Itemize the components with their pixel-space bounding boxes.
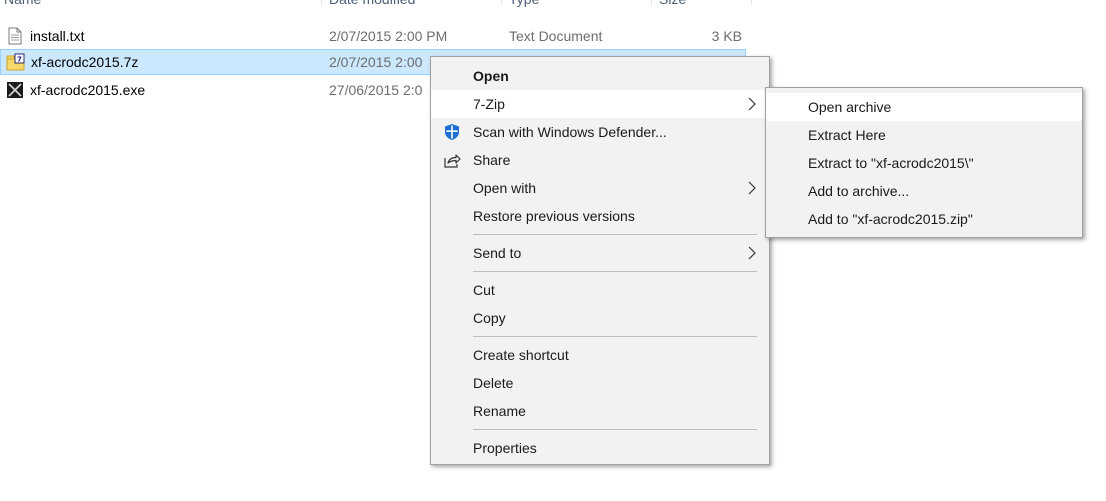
menu-item-share[interactable]: Share <box>431 146 769 174</box>
menu-separator <box>473 271 757 272</box>
menu-item-cut[interactable]: Cut <box>431 276 769 304</box>
menu-separator <box>473 429 757 430</box>
menu-item-label: Open <box>473 68 509 84</box>
context-menu: Open 7-Zip Scan with Windows Defender...… <box>430 56 770 465</box>
menu-item-label: Delete <box>473 375 514 391</box>
file-date: 2/07/2015 2:00 PM <box>329 28 448 44</box>
svg-text:7: 7 <box>17 56 22 64</box>
chevron-right-icon <box>747 244 757 262</box>
submenu-item-open-archive[interactable]: Open archive <box>766 93 1082 121</box>
column-divider[interactable] <box>321 0 322 5</box>
file-row-install-txt[interactable]: install.txt 2/07/2015 2:00 PM Text Docum… <box>0 23 746 49</box>
chevron-right-icon <box>747 179 757 197</box>
menu-item-label: Send to <box>473 245 522 261</box>
menu-item-label: Copy <box>473 310 506 326</box>
menu-item-rename[interactable]: Rename <box>431 397 769 425</box>
column-divider[interactable] <box>651 0 652 5</box>
column-divider[interactable] <box>751 0 752 5</box>
menu-item-create-shortcut[interactable]: Create shortcut <box>431 341 769 369</box>
menu-item-label: 7-Zip <box>473 96 505 112</box>
menu-item-label: Rename <box>473 403 526 419</box>
menu-item-copy[interactable]: Copy <box>431 304 769 332</box>
file-name: install.txt <box>30 28 85 44</box>
7zip-submenu: Open archive Extract Here Extract to "xf… <box>765 87 1083 238</box>
menu-item-label: Extract to "xf-acrodc2015\" <box>808 155 974 171</box>
menu-item-label: Add to archive... <box>808 183 910 199</box>
file-type: Text Document <box>509 28 603 44</box>
windows-defender-shield-icon <box>443 123 461 141</box>
menu-separator <box>473 336 757 337</box>
menu-item-restore-versions[interactable]: Restore previous versions <box>431 202 769 230</box>
menu-separator <box>473 234 757 235</box>
menu-item-open[interactable]: Open <box>431 62 769 90</box>
file-date: 2/07/2015 2:00 <box>329 54 423 70</box>
menu-item-delete[interactable]: Delete <box>431 369 769 397</box>
column-header: Name Date modified Type Size <box>0 0 760 12</box>
chevron-right-icon <box>747 95 757 113</box>
column-name[interactable]: Name <box>4 0 41 12</box>
menu-item-label: Share <box>473 152 511 168</box>
exe-app-icon <box>6 81 24 99</box>
column-divider[interactable] <box>501 0 502 5</box>
menu-item-send-to[interactable]: Send to <box>431 239 769 267</box>
menu-item-label: Scan with Windows Defender... <box>473 124 667 140</box>
menu-item-label: Create shortcut <box>473 347 569 363</box>
menu-item-label: Open archive <box>808 99 892 115</box>
column-date-modified[interactable]: Date modified <box>329 0 415 12</box>
file-name: xf-acrodc2015.7z <box>31 54 139 70</box>
column-type[interactable]: Type <box>509 0 539 12</box>
submenu-item-extract-to[interactable]: Extract to "xf-acrodc2015\" <box>766 149 1082 177</box>
menu-item-label: Extract Here <box>808 127 886 143</box>
text-file-icon <box>6 27 24 45</box>
file-size: 3 KB <box>711 28 742 44</box>
menu-item-scan-defender[interactable]: Scan with Windows Defender... <box>431 118 769 146</box>
menu-item-label: Cut <box>473 282 495 298</box>
menu-item-7zip[interactable]: 7-Zip <box>431 90 769 118</box>
submenu-item-extract-here[interactable]: Extract Here <box>766 121 1082 149</box>
menu-item-properties[interactable]: Properties <box>431 434 769 462</box>
menu-item-label: Properties <box>473 440 537 456</box>
7z-archive-icon: 7 <box>6 53 25 71</box>
file-name: xf-acrodc2015.exe <box>30 82 146 98</box>
menu-item-label: Add to "xf-acrodc2015.zip" <box>808 211 973 227</box>
submenu-item-add-to-archive[interactable]: Add to archive... <box>766 177 1082 205</box>
menu-item-open-with[interactable]: Open with <box>431 174 769 202</box>
submenu-item-add-to-zip[interactable]: Add to "xf-acrodc2015.zip" <box>766 205 1082 233</box>
menu-item-label: Open with <box>473 180 537 196</box>
column-size[interactable]: Size <box>659 0 686 12</box>
share-icon <box>443 151 461 169</box>
file-date: 27/06/2015 2:0 <box>329 82 423 98</box>
menu-item-label: Restore previous versions <box>473 208 635 224</box>
